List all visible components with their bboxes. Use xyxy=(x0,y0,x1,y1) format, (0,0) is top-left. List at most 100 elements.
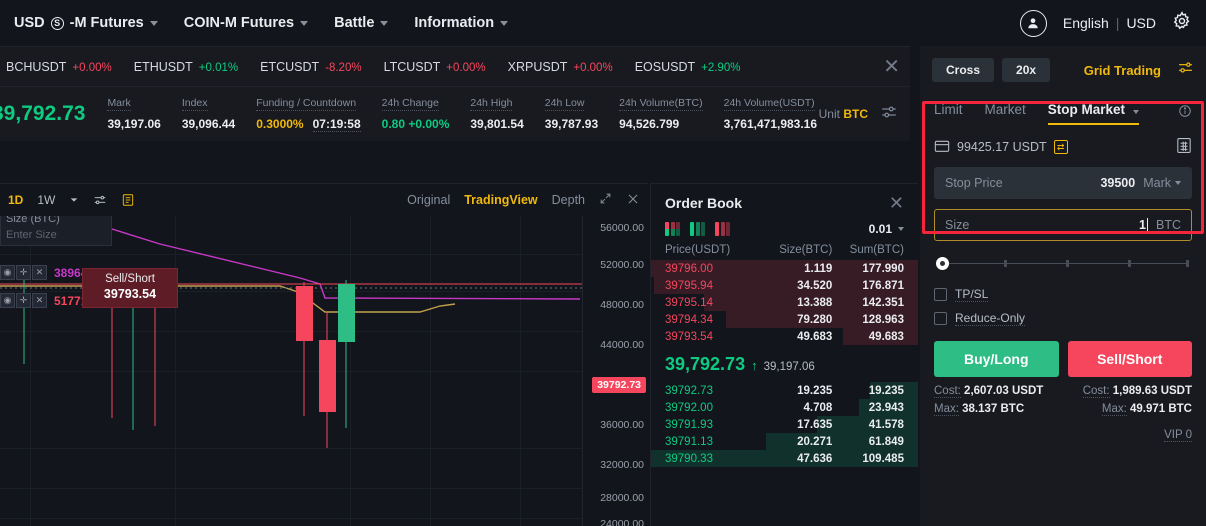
tab-stop-market[interactable]: Stop Market xyxy=(1047,102,1139,125)
orderbook-both-icon[interactable] xyxy=(665,222,680,236)
nav-label: Information xyxy=(414,15,495,31)
user-avatar-icon[interactable] xyxy=(1019,9,1047,37)
gear-icon[interactable] xyxy=(1172,10,1192,36)
nav-label-m-futures: -M Futures xyxy=(69,15,144,31)
tpsl-checkbox-row[interactable]: TP/SL xyxy=(934,287,1192,302)
slider-notch-75[interactable] xyxy=(1128,260,1131,267)
margin-mode-button[interactable]: Cross xyxy=(932,58,995,82)
unit-selector[interactable]: Unit BTC xyxy=(819,107,868,121)
slider-notch-100[interactable] xyxy=(1186,260,1189,267)
reduce-only-checkbox[interactable] xyxy=(934,312,947,325)
nav-item-usds-m-futures[interactable]: USD S -M Futures xyxy=(14,15,158,31)
move-icon[interactable]: ✛ xyxy=(16,265,31,280)
tab-limit[interactable]: Limit xyxy=(934,102,963,125)
target-icon[interactable]: ◉ xyxy=(0,265,15,280)
bid-sum: 23.943 xyxy=(868,401,904,414)
bid-price: 39792.00 xyxy=(665,401,713,414)
ticker-item-ethusdt[interactable]: ETHUSDT +0.01% xyxy=(134,60,238,74)
stat-24h-volume-usdt: 24h Volume(USDT) 3,761,471,983.16 xyxy=(723,97,817,131)
size-percent-slider[interactable] xyxy=(936,257,1190,271)
chart-view-tradingview[interactable]: TradingView xyxy=(464,193,537,207)
order-book-ask-row[interactable]: 39794.34 79.280 128.963 xyxy=(651,311,918,328)
buy-max: Max: 38.137 BTC xyxy=(934,403,1063,416)
close-icon[interactable] xyxy=(626,192,640,209)
indicators-icon[interactable] xyxy=(93,193,107,207)
close-icon[interactable]: ✕ xyxy=(32,293,47,308)
nav-label: Battle xyxy=(334,15,375,31)
order-book-ask-row[interactable]: 39796.00 1.119 177.990 xyxy=(651,260,918,277)
stat-24h-volume-btc: 24h Volume(BTC) 94,526.799 xyxy=(619,97,703,131)
trigger-type-selector[interactable]: Mark xyxy=(1143,176,1181,190)
timeframe-1d[interactable]: 1D xyxy=(8,193,23,207)
ticker-item-etcusdt[interactable]: ETCUSDT -8.20% xyxy=(260,60,361,74)
info-icon[interactable] xyxy=(1178,104,1192,123)
slider-notch-50[interactable] xyxy=(1066,260,1069,267)
chart-widget-size-input[interactable]: Enter Size xyxy=(6,229,106,241)
size-input[interactable]: 1 xyxy=(1139,218,1148,232)
ask-sum: 176.871 xyxy=(862,279,904,292)
order-book-ask-row[interactable]: 39795.94 34.520 176.871 xyxy=(651,277,918,294)
close-icon[interactable]: ✕ xyxy=(889,193,904,214)
chart-toolbar: 1D 1W Original TradingView Depth xyxy=(0,184,648,216)
ohlc-close-value: 39792.73 xyxy=(238,216,294,217)
chart-price-axis[interactable]: 56000.00 52000.00 48000.00 44000.00 3979… xyxy=(582,216,648,526)
tab-market[interactable]: Market xyxy=(985,102,1026,125)
order-book-ask-row[interactable]: 39793.54 49.683 49.683 xyxy=(651,328,918,345)
order-book-bid-row[interactable]: 39790.33 47.636 109.485 xyxy=(651,450,918,467)
ticker-item-bchusdt[interactable]: BCHUSDT +0.00% xyxy=(6,60,112,74)
move-icon[interactable]: ✛ xyxy=(16,293,31,308)
order-book-bid-row[interactable]: 39791.93 17.635 41.578 xyxy=(651,416,918,433)
orderbook-decimal-selector[interactable]: 0.01 xyxy=(869,222,904,236)
buy-long-button[interactable]: Buy/Long xyxy=(934,341,1059,377)
unit-label: Unit xyxy=(818,107,840,121)
expand-icon[interactable] xyxy=(599,192,612,208)
chart-view-depth[interactable]: Depth xyxy=(552,193,585,207)
nav-item-battle[interactable]: Battle xyxy=(334,15,389,31)
nav-label: COIN-M Futures xyxy=(183,15,295,31)
tpsl-checkbox[interactable] xyxy=(934,288,947,301)
ticker-item-eosusdt[interactable]: EOSUSDT +2.90% xyxy=(635,60,741,74)
vip-level[interactable]: VIP 0 xyxy=(920,415,1206,442)
orderbook-bids-icon[interactable] xyxy=(690,222,705,236)
chart-canvas[interactable]: O 39792.74 H 39796.74 L 39788.73 C 39792… xyxy=(0,216,648,526)
close-icon[interactable]: ✕ xyxy=(875,54,900,79)
slider-track xyxy=(942,263,1188,264)
slider-notch-25[interactable] xyxy=(1004,260,1007,267)
close-icon[interactable]: ✕ xyxy=(32,265,47,280)
stat-24h-low: 24h Low 39,787.93 xyxy=(544,97,598,131)
order-book-bid-row[interactable]: 39792.73 19.235 19.235 xyxy=(651,382,918,399)
order-book-ask-row[interactable]: 39795.14 13.388 142.351 xyxy=(651,294,918,311)
chevron-down-icon[interactable] xyxy=(69,195,79,205)
order-options: TP/SL Reduce-Only xyxy=(920,271,1206,326)
slider-handle[interactable] xyxy=(936,257,949,270)
chart-view-original[interactable]: Original xyxy=(407,193,450,207)
sliders-icon[interactable] xyxy=(1177,59,1194,81)
reduce-only-checkbox-row[interactable]: Reduce-Only xyxy=(934,311,1192,326)
swap-icon[interactable]: ⇄ xyxy=(1053,140,1068,154)
size-field[interactable]: Size 1 BTC xyxy=(934,209,1192,241)
nav-item-information[interactable]: Information xyxy=(414,15,509,31)
ask-size: 1.119 xyxy=(804,262,833,275)
sell-short-button[interactable]: Sell/Short xyxy=(1067,341,1192,377)
ticker-item-xrpusdt[interactable]: XRPUSDT +0.00% xyxy=(508,60,613,74)
sliders-icon[interactable] xyxy=(880,103,898,126)
ticker-item-ltcusdt[interactable]: LTCUSDT +0.00% xyxy=(384,60,486,74)
order-book-bid-row[interactable]: 39791.13 20.271 61.849 xyxy=(651,433,918,450)
grid-trading-link[interactable]: Grid Trading xyxy=(1084,63,1161,78)
bid-size: 20.271 xyxy=(797,435,833,448)
chart-order-widget[interactable]: Size (BTC) Enter Size xyxy=(0,216,112,246)
ticker-change: +0.00% xyxy=(573,61,613,74)
bid-price: 39791.13 xyxy=(665,435,713,448)
leverage-button[interactable]: 20x xyxy=(1002,58,1051,82)
order-book-bid-row[interactable]: 39792.00 4.708 23.943 xyxy=(651,399,918,416)
ticker-list: BCHUSDT +0.00% ETHUSDT +0.01% ETCUSDT -8… xyxy=(6,60,875,74)
nav-label-usd: USD xyxy=(14,15,45,31)
stop-price-field[interactable]: Stop Price 39500 Mark xyxy=(934,167,1192,199)
chart-layout-icon[interactable] xyxy=(121,193,135,207)
language-currency-selector[interactable]: English | USD xyxy=(1063,15,1156,31)
calculator-icon[interactable] xyxy=(1176,137,1192,157)
orderbook-asks-icon[interactable] xyxy=(715,222,730,236)
timeframe-1w[interactable]: 1W xyxy=(37,193,55,207)
target-icon[interactable]: ◉ xyxy=(0,293,15,308)
nav-item-coin-m-futures[interactable]: COIN-M Futures xyxy=(183,15,309,31)
